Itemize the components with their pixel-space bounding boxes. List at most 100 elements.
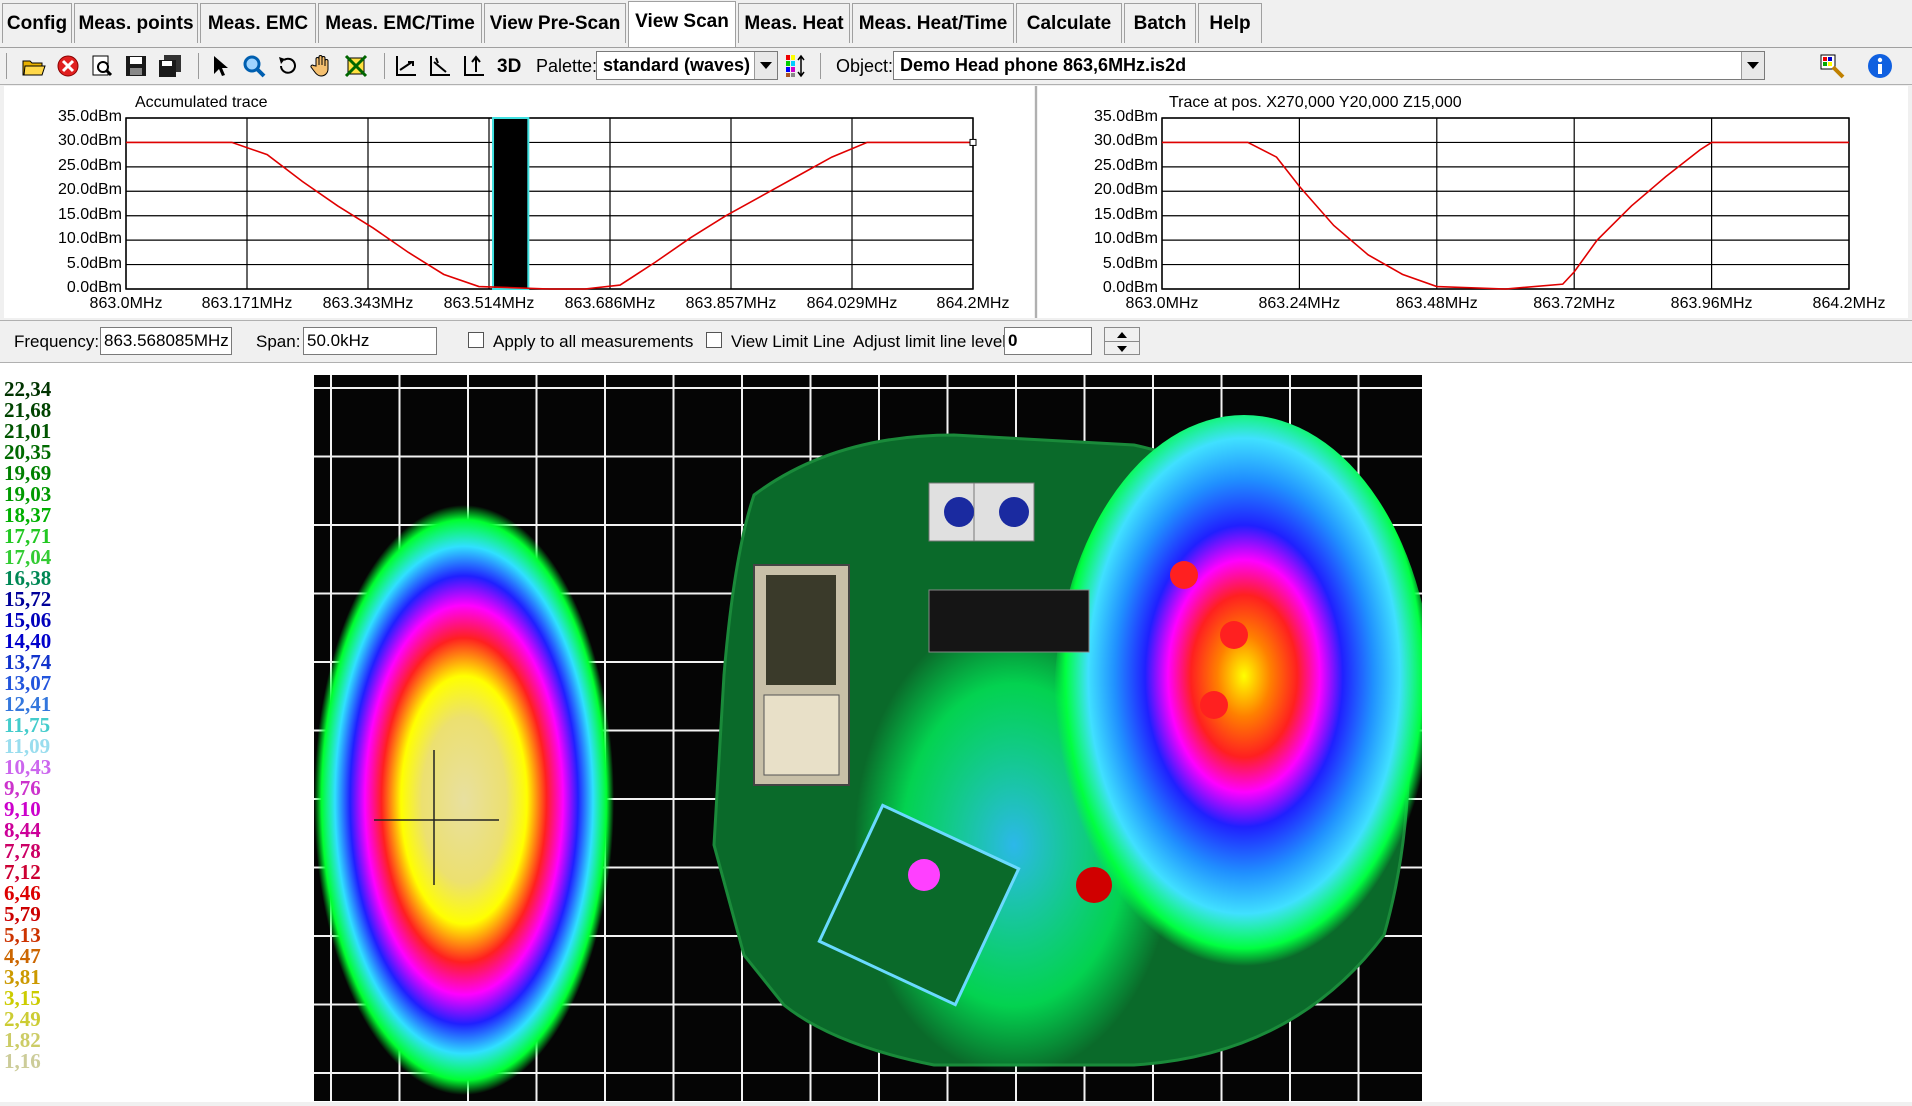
toolbar-separator — [384, 53, 385, 79]
y-tick-label: 10.0dBm — [1093, 230, 1158, 248]
spin-down-icon[interactable] — [1105, 342, 1139, 355]
x-tick-label: 863.48MHz — [1395, 295, 1478, 312]
legend-value: 1,82 — [4, 1028, 41, 1052]
legend-value: 16,38 — [4, 566, 52, 590]
y-tick-label: 20.0dBm — [57, 181, 122, 199]
main-menu-bar: Config Meas. points Meas. EMC Meas. EMC/… — [0, 0, 1912, 48]
x-tick-label: 863.857MHz — [685, 295, 777, 312]
legend-value: 3,81 — [4, 965, 41, 989]
chevron-down-icon[interactable] — [754, 52, 777, 79]
y-tick-label: 25.0dBm — [1093, 156, 1158, 174]
chart-plot-area[interactable] — [4, 86, 1034, 318]
x-tick-label: 863.96MHz — [1670, 295, 1753, 312]
legend-value: 9,76 — [4, 776, 41, 800]
info-icon[interactable] — [1866, 52, 1894, 80]
tab-meas-heat[interactable]: Meas. Heat — [738, 3, 850, 43]
y-tick-label: 30.0dBm — [1093, 132, 1158, 150]
rotate-icon[interactable] — [274, 52, 302, 80]
y-tick-label: 30.0dBm — [57, 132, 122, 150]
legend-value: 12,41 — [4, 692, 52, 716]
legend-value: 15,06 — [4, 608, 52, 632]
view-limit-line-label: View Limit Line — [731, 332, 846, 351]
chart-splitter[interactable] — [1035, 86, 1037, 318]
frequency-input[interactable]: 863.568085MHz — [100, 327, 232, 355]
save-icon[interactable] — [122, 52, 150, 80]
tab-meas-emc[interactable]: Meas. EMC — [200, 3, 316, 43]
x-tick-label: 864.2MHz — [936, 295, 1010, 312]
x-tick-label: 863.171MHz — [201, 295, 293, 312]
tab-calculate[interactable]: Calculate — [1016, 3, 1122, 43]
x-tick-label: 864.2MHz — [1812, 295, 1886, 312]
save-all-icon[interactable] — [156, 52, 184, 80]
x-tick-label: 863.0MHz — [89, 295, 163, 312]
apply-all-label: Apply to all measurements — [493, 332, 694, 351]
legend-value: 14,40 — [4, 629, 52, 653]
legend-value: 2,49 — [4, 1007, 41, 1031]
palette-colors-icon[interactable] — [782, 52, 810, 80]
axis-y-icon[interactable] — [460, 52, 488, 80]
legend-value: 5,13 — [4, 923, 41, 947]
legend-value: 10,43 — [4, 755, 52, 779]
tab-help[interactable]: Help — [1198, 3, 1262, 43]
scan-view: 22,34 21,68 21,01 20,35 19,69 19,03 18,37 17,71… — [0, 363, 1912, 1102]
accumulated-trace-chart[interactable]: Accumulated trace 35.0dBm 30.0dBm 25.0dBm 2… — [4, 86, 1034, 318]
legend-value: 15,72 — [4, 587, 52, 611]
legend-value: 20,35 — [4, 440, 52, 464]
x-tick-label: 863.72MHz — [1533, 295, 1616, 312]
color-settings-icon[interactable] — [1818, 52, 1846, 80]
x-tick-label: 863.514MHz — [443, 295, 535, 312]
print-preview-icon[interactable] — [88, 52, 116, 80]
span-input[interactable]: 50.0kHz — [303, 327, 437, 355]
y-tick-label: 20.0dBm — [1093, 181, 1158, 199]
trace-end-handle[interactable] — [969, 138, 977, 146]
pan-hand-icon[interactable] — [308, 52, 336, 80]
y-tick-label: 15.0dBm — [1093, 205, 1158, 223]
tab-meas-heat-time[interactable]: Meas. Heat/Time — [852, 3, 1014, 43]
tab-batch[interactable]: Batch — [1124, 3, 1196, 43]
fit-icon[interactable] — [342, 52, 370, 80]
legend-value: 21,68 — [4, 398, 52, 422]
chart-plot-area[interactable] — [1038, 86, 1908, 318]
open-folder-icon[interactable] — [20, 52, 48, 80]
limit-level-spinner[interactable] — [1104, 327, 1140, 355]
y-tick-label: 5.0dBm — [66, 254, 122, 272]
tab-meas-emc-time[interactable]: Meas. EMC/Time — [318, 3, 482, 43]
tab-view-pre-scan[interactable]: View Pre-Scan — [484, 3, 626, 43]
trace-at-position-chart[interactable]: Trace at pos. X270,000 Y20,000 Z15,000 3… — [1038, 86, 1908, 318]
spin-up-icon[interactable] — [1105, 328, 1139, 342]
legend-value: 19,03 — [4, 482, 52, 506]
object-select[interactable]: Demo Head phone 863,6MHz.is2d — [893, 51, 1765, 80]
color-scale-legend: 22,34 21,68 21,01 20,35 19,69 19,03 18,37 17,71… — [4, 379, 84, 1072]
axis-x-icon[interactable] — [392, 52, 420, 80]
tab-meas-points[interactable]: Meas. points — [74, 3, 198, 43]
legend-value: 5,79 — [4, 902, 41, 926]
legend-value: 19,69 — [4, 461, 52, 485]
y-tick-label: 10.0dBm — [57, 230, 122, 248]
span-label: Span: — [256, 332, 301, 351]
emc-scan-heatmap-image[interactable] — [314, 375, 1434, 1106]
frequency-marker-band[interactable] — [492, 117, 530, 290]
close-red-icon[interactable] — [54, 52, 82, 80]
view-limit-line-checkbox[interactable] — [706, 332, 722, 348]
tab-config[interactable]: Config — [2, 3, 72, 43]
y-tick-label: 35.0dBm — [57, 108, 122, 125]
adjust-limit-label: Adjust limit line level: — [853, 332, 1011, 351]
legend-value: 8,44 — [4, 818, 41, 842]
3d-toggle-button[interactable]: 3D — [497, 56, 521, 78]
legend-value: 7,78 — [4, 839, 41, 863]
apply-all-checkbox[interactable] — [468, 332, 484, 348]
legend-value: 9,10 — [4, 797, 41, 821]
pointer-icon[interactable] — [206, 52, 234, 80]
legend-value: 18,37 — [4, 503, 52, 527]
zoom-icon[interactable] — [240, 52, 268, 80]
legend-value: 7,12 — [4, 860, 41, 884]
legend-value: 13,07 — [4, 671, 52, 695]
limit-level-input[interactable]: 0 — [1004, 327, 1092, 355]
palette-label: Palette: — [536, 56, 598, 76]
axis-xy-icon[interactable] — [426, 52, 454, 80]
x-tick-label: 863.686MHz — [564, 295, 656, 312]
plot-frame — [1161, 117, 1850, 290]
tab-view-scan[interactable]: View Scan — [628, 1, 736, 47]
chevron-down-icon[interactable] — [1741, 52, 1764, 79]
palette-select[interactable]: standard (waves) — [596, 51, 778, 80]
